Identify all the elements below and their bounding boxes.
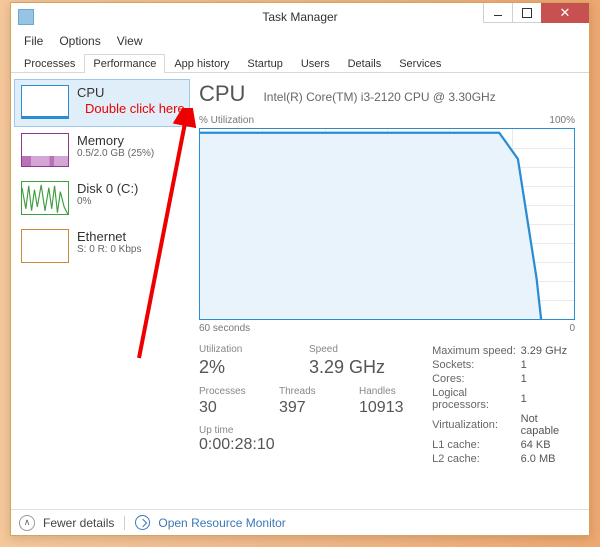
ethernet-sparkline-icon <box>21 229 69 263</box>
spec-label: Logical processors: <box>432 386 521 412</box>
utilization-value: 2% <box>199 357 289 378</box>
spec-value: 1 <box>521 372 575 386</box>
tab-processes[interactable]: Processes <box>15 54 84 73</box>
spec-value: 3.29 GHz <box>521 344 575 358</box>
tab-startup[interactable]: Startup <box>238 54 291 73</box>
threads-label: Threads <box>279 386 339 397</box>
chart-label-bottom-right: 0 <box>569 323 575 334</box>
menu-file[interactable]: File <box>17 33 50 49</box>
spec-value: 1 <box>521 358 575 372</box>
open-resource-monitor-link[interactable]: Open Resource Monitor <box>158 516 285 530</box>
tab-services[interactable]: Services <box>390 54 450 73</box>
spec-value: Not capable <box>521 412 575 438</box>
tab-strip: Processes Performance App history Startu… <box>11 51 589 73</box>
memory-sparkline-icon <box>21 133 69 167</box>
spec-value: 1 <box>521 386 575 412</box>
tab-users[interactable]: Users <box>292 54 339 73</box>
cpu-sparkline-icon <box>21 85 69 119</box>
menu-options[interactable]: Options <box>52 33 107 49</box>
uptime-label: Up time <box>199 425 432 436</box>
spec-table: Maximum speed:3.29 GHz Sockets:1 Cores:1… <box>432 344 575 466</box>
speed-label: Speed <box>309 344 385 355</box>
sidebar-item-label: Ethernet <box>77 229 141 244</box>
spec-label: L1 cache: <box>432 438 521 452</box>
handles-label: Handles <box>359 386 404 397</box>
tab-app-history[interactable]: App history <box>165 54 238 73</box>
close-button[interactable]: ✕ <box>541 3 589 23</box>
menu-view[interactable]: View <box>110 33 150 49</box>
sidebar-item-label: Disk 0 (C:) <box>77 181 138 196</box>
sidebar-item-ethernet[interactable]: Ethernet S: 0 R: 0 Kbps <box>14 223 190 271</box>
processes-value: 30 <box>199 399 259 417</box>
handles-value: 10913 <box>359 399 404 417</box>
app-icon <box>18 9 34 25</box>
sidebar-item-sub: 0.5/2.0 GB (25%) <box>77 148 154 159</box>
titlebar: Task Manager ✕ <box>11 3 589 31</box>
tab-details[interactable]: Details <box>339 54 391 73</box>
tab-performance[interactable]: Performance <box>84 54 165 73</box>
resource-monitor-icon <box>135 515 150 530</box>
window-buttons: ✕ <box>484 3 589 25</box>
chevron-up-icon: ∧ <box>19 515 35 531</box>
spec-label: Cores: <box>432 372 521 386</box>
processor-name: Intel(R) Core(TM) i3-2120 CPU @ 3.30GHz <box>263 90 495 104</box>
processes-label: Processes <box>199 386 259 397</box>
maximize-button[interactable] <box>512 3 542 23</box>
separator <box>124 516 125 530</box>
disk-sparkline-icon <box>21 181 69 215</box>
utilization-label: Utilization <box>199 344 289 355</box>
threads-value: 397 <box>279 399 339 417</box>
chart-label-top-left: % Utilization <box>199 115 254 126</box>
sidebar-item-disk[interactable]: Disk 0 (C:) 0% <box>14 175 190 223</box>
spec-label: Maximum speed: <box>432 344 521 358</box>
task-manager-window: Task Manager ✕ File Options View Process… <box>10 2 590 536</box>
sidebar-item-cpu[interactable]: CPU <box>14 79 190 127</box>
spec-label: Sockets: <box>432 358 521 372</box>
sidebar-item-memory[interactable]: Memory 0.5/2.0 GB (25%) <box>14 127 190 175</box>
spec-label: L2 cache: <box>432 452 521 466</box>
uptime-value: 0:00:28:10 <box>199 436 432 454</box>
chart-label-bottom-left: 60 seconds <box>199 323 250 334</box>
sidebar-item-label: Memory <box>77 133 154 148</box>
speed-value: 3.29 GHz <box>309 357 385 378</box>
spec-value: 6.0 MB <box>521 452 575 466</box>
sidebar-item-sub: S: 0 R: 0 Kbps <box>77 244 141 255</box>
chart-label-top-right: 100% <box>549 115 575 126</box>
menu-bar: File Options View <box>11 31 589 51</box>
spec-label: Virtualization: <box>432 412 521 438</box>
fewer-details-link[interactable]: Fewer details <box>43 516 114 530</box>
sidebar-item-label: CPU <box>77 85 104 100</box>
spec-value: 64 KB <box>521 438 575 452</box>
minimize-button[interactable] <box>483 3 513 23</box>
main-panel: CPU Intel(R) Core(TM) i3-2120 CPU @ 3.30… <box>193 73 589 509</box>
cpu-chart <box>199 128 575 320</box>
footer: ∧ Fewer details Open Resource Monitor <box>11 509 589 535</box>
sidebar: CPU Memory 0.5/2.0 GB (25%) Disk <box>11 73 193 509</box>
content-area: CPU Memory 0.5/2.0 GB (25%) Disk <box>11 73 589 509</box>
stats-area: Utilization 2% Speed 3.29 GHz Processes … <box>199 344 575 466</box>
main-title: CPU <box>199 81 245 107</box>
sidebar-item-sub: 0% <box>77 196 138 207</box>
